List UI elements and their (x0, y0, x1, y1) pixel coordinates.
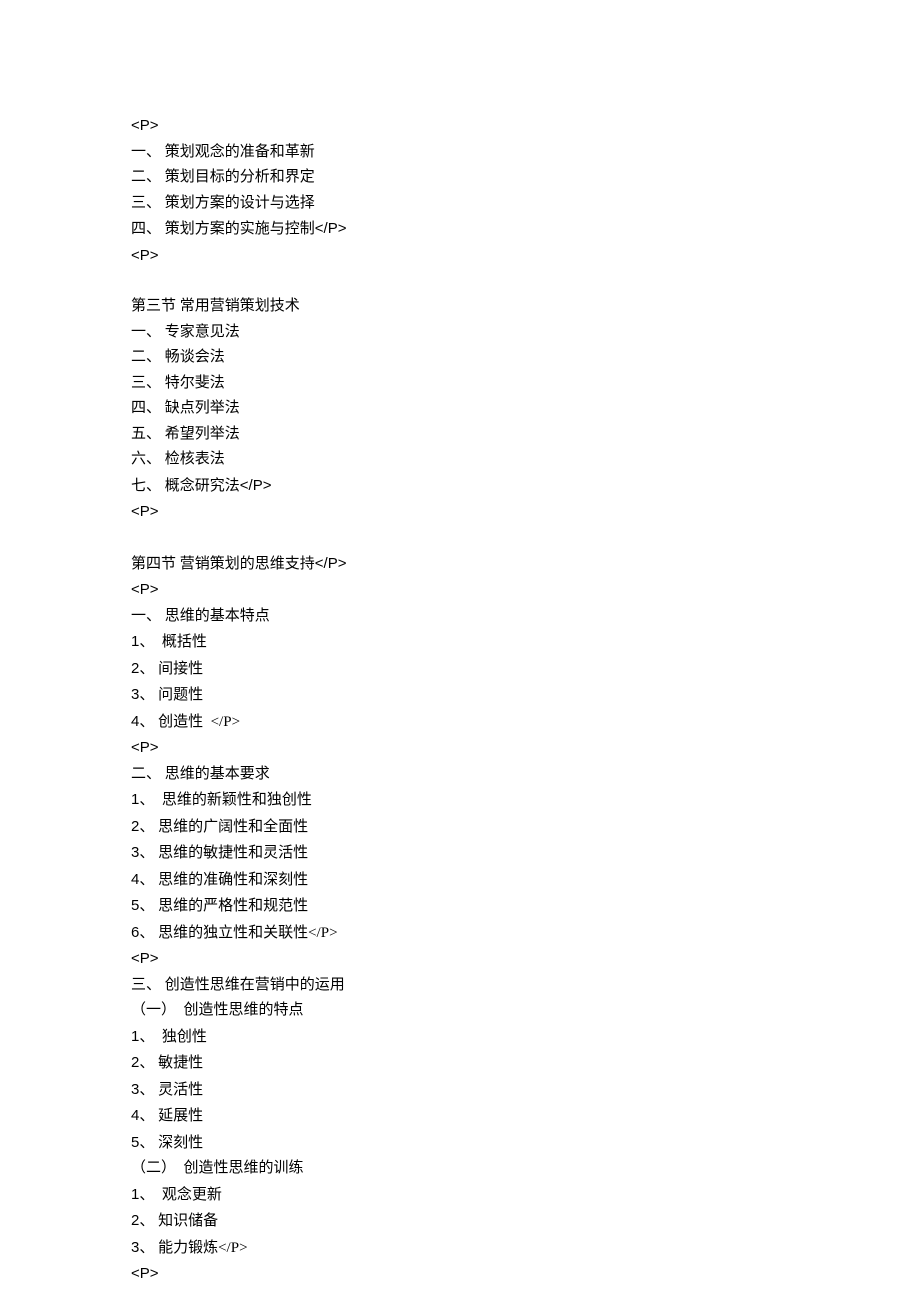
tag-literal: <P> (131, 247, 159, 264)
text-line: 3、 灵活性 (131, 1077, 920, 1104)
text-line: 一、 思维的基本特点 (131, 604, 920, 630)
list-text: 、 思维的广阔性和全面性 (139, 819, 308, 835)
text-line: 5、 思维的严格性和规范性 (131, 893, 920, 920)
text-run: 七、 概念研究法 (131, 478, 240, 494)
text-line: <P> (131, 1261, 920, 1288)
text-line: 3、 思维的敏捷性和灵活性 (131, 840, 920, 867)
list-text: 、 思维的严格性和规范性 (139, 898, 308, 914)
text-line: 1、 思维的新颖性和独创性 (131, 787, 920, 814)
text-line: 三、 创造性思维在营销中的运用 (131, 973, 920, 999)
text-line: 六、 检核表法 (131, 447, 920, 473)
list-text: 、 思维的准确性和深刻性 (139, 872, 308, 888)
text-line: 2、 敏捷性 (131, 1050, 920, 1077)
text-line: 七、 概念研究法</P> (131, 473, 920, 500)
text-line: 4、 延展性 (131, 1103, 920, 1130)
text-line: 2、 知识储备 (131, 1208, 920, 1235)
text-line: 二、 畅谈会法 (131, 345, 920, 371)
list-text: 、 能力锻炼</P> (139, 1240, 247, 1256)
text-line: 2、 思维的广阔性和全面性 (131, 814, 920, 841)
list-text: 、 深刻性 (139, 1135, 203, 1151)
text-line: 1、 观念更新 (131, 1182, 920, 1209)
list-text: 、 敏捷性 (139, 1055, 203, 1071)
list-text: 、 思维的敏捷性和灵活性 (139, 845, 308, 861)
document-page: <P> 一、 策划观念的准备和革新二、 策划目标的分析和界定三、 策划方案的设计与… (0, 0, 920, 1303)
tag-literal: </P> (315, 555, 347, 572)
text-run: 四、 策划方案的实施与控制 (131, 221, 315, 237)
tag-literal: <P> (131, 581, 159, 598)
list-text: 、 概括性 (139, 634, 207, 650)
list-text: 、 间接性 (139, 661, 203, 677)
text-line: （一） 创造性思维的特点 (131, 998, 920, 1024)
text-line: <P> (131, 946, 920, 973)
tag-literal: <P> (131, 1265, 159, 1282)
text-line: 四、 缺点列举法 (131, 396, 920, 422)
text-line: 一、 专家意见法 (131, 320, 920, 346)
list-text: 、 创造性 </P> (139, 714, 240, 730)
list-text: 、 思维的独立性和关联性</P> (139, 925, 337, 941)
text-line: 1、 独创性 (131, 1024, 920, 1051)
text-line: 三、 策划方案的设计与选择 (131, 191, 920, 217)
text-line: 一、 策划观念的准备和革新 (131, 140, 920, 166)
text-line: 6、 思维的独立性和关联性</P> (131, 920, 920, 947)
text-line: 2、 间接性 (131, 656, 920, 683)
tag-literal: <P> (131, 739, 159, 756)
text-line: <P> (131, 113, 920, 140)
text-line: 5、 深刻性 (131, 1130, 920, 1157)
text-line (131, 526, 920, 551)
tag-literal: <P> (131, 503, 159, 520)
text-line: <P> (131, 577, 920, 604)
text-line: 四、 策划方案的实施与控制</P> (131, 216, 920, 243)
tag-literal: </P> (240, 477, 272, 494)
list-text: 、 知识储备 (139, 1213, 218, 1229)
list-text: 、 思维的新颖性和独创性 (139, 792, 312, 808)
content-block: <P> 一、 策划观念的准备和革新二、 策划目标的分析和界定三、 策划方案的设计与… (131, 113, 920, 1288)
text-line: <P> (131, 243, 920, 270)
text-line: 二、 策划目标的分析和界定 (131, 165, 920, 191)
list-text: 、 问题性 (139, 687, 203, 703)
list-text: 、 观念更新 (139, 1187, 222, 1203)
text-line: 1、 概括性 (131, 629, 920, 656)
text-line: （二） 创造性思维的训练 (131, 1156, 920, 1182)
text-line: 3、 问题性 (131, 682, 920, 709)
tag-literal: <P> (131, 117, 159, 134)
text-line: <P> (131, 499, 920, 526)
text-line: 4、 思维的准确性和深刻性 (131, 867, 920, 894)
text-line: 二、 思维的基本要求 (131, 762, 920, 788)
text-line (131, 269, 920, 294)
text-line: 4、 创造性 </P> (131, 709, 920, 736)
text-line: 第四节 营销策划的思维支持</P> (131, 551, 920, 578)
tag-literal: <P> (131, 950, 159, 967)
text-line: 三、 特尔斐法 (131, 371, 920, 397)
text-line: 五、 希望列举法 (131, 422, 920, 448)
text-line: 3、 能力锻炼</P> (131, 1235, 920, 1262)
list-text: 、 灵活性 (139, 1082, 203, 1098)
text-run: 第四节 营销策划的思维支持 (131, 556, 315, 572)
text-line: <P> (131, 735, 920, 762)
list-text: 、 延展性 (139, 1108, 203, 1124)
text-line: 第三节 常用营销策划技术 (131, 294, 920, 320)
tag-literal: </P> (315, 220, 347, 237)
list-text: 、 独创性 (139, 1029, 207, 1045)
